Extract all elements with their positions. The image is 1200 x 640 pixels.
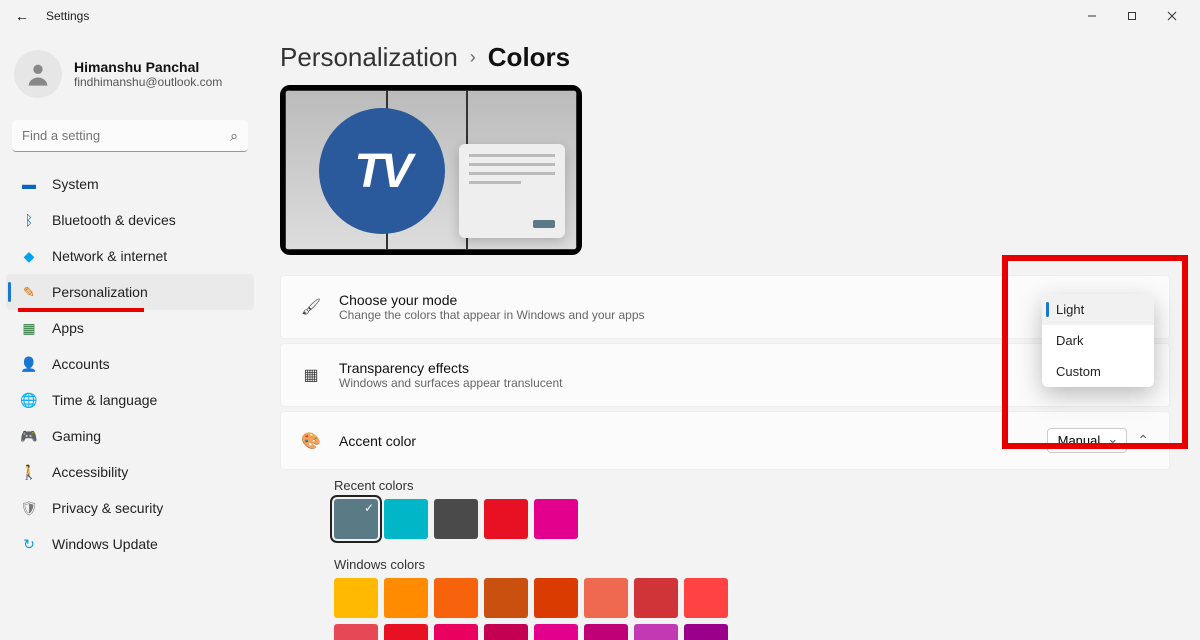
windows-color-swatch[interactable] (334, 624, 378, 640)
search-icon: ⌕ (230, 128, 238, 145)
mode-option-dark[interactable]: Dark (1042, 325, 1154, 356)
sidebar-item-personalization[interactable]: ✎ Personalization (6, 274, 254, 310)
recent-colors-swatches (334, 499, 1170, 539)
transparency-title: Transparency effects (339, 360, 562, 376)
palette-icon: 🎨 (301, 431, 321, 451)
windows-colors-swatches (334, 578, 734, 640)
back-button[interactable]: ← (8, 2, 36, 30)
windows-color-swatch[interactable] (684, 624, 728, 640)
minimize-button[interactable] (1072, 2, 1112, 30)
sidebar-item-accounts[interactable]: 👤 Accounts (6, 346, 254, 382)
sidebar-item-accessibility[interactable]: 🚶 Accessibility (6, 454, 254, 490)
windows-color-swatch[interactable] (384, 578, 428, 618)
user-name: Himanshu Panchal (74, 59, 222, 75)
windows-color-swatch[interactable] (534, 624, 578, 640)
sidebar-item-gaming[interactable]: 🎮 Gaming (6, 418, 254, 454)
recent-color-swatch[interactable] (534, 499, 578, 539)
choose-mode-title: Choose your mode (339, 292, 645, 308)
preview-window (459, 144, 565, 238)
sidebar-item-system[interactable]: ▬ System (6, 166, 254, 202)
windows-colors-label: Windows colors (334, 557, 1170, 572)
sidebar-item-label: Privacy & security (52, 500, 163, 516)
windows-color-swatch[interactable] (634, 578, 678, 618)
sidebar: Himanshu Panchal findhimanshu@outlook.co… (0, 32, 260, 640)
sidebar-item-label: Time & language (52, 392, 157, 408)
windows-color-swatch[interactable] (434, 578, 478, 618)
avatar (14, 50, 62, 98)
choose-mode-row[interactable]: 🖌 Choose your mode Change the colors tha… (280, 275, 1170, 339)
page-title: Colors (488, 42, 570, 73)
windows-color-swatch[interactable] (584, 578, 628, 618)
breadcrumb-parent[interactable]: Personalization (280, 42, 458, 73)
mode-option-light[interactable]: Light (1042, 294, 1154, 325)
nav-icon: 🚶 (20, 463, 38, 481)
nav-list: ▬ System ᛒ Bluetooth & devices ◆ Network & in… (6, 166, 254, 562)
tv-logo: TV (319, 108, 445, 234)
sidebar-item-label: Personalization (52, 284, 148, 300)
sidebar-item-label: Accessibility (52, 464, 128, 480)
nav-icon: 🛡 (20, 499, 38, 517)
mode-option-custom[interactable]: Custom (1042, 356, 1154, 387)
windows-color-swatch[interactable] (484, 578, 528, 618)
user-email: findhimanshu@outlook.com (74, 75, 222, 89)
sidebar-item-network-internet[interactable]: ◆ Network & internet (6, 238, 254, 274)
sidebar-item-label: Apps (52, 320, 84, 336)
transparency-icon: ▦ (301, 365, 321, 385)
accent-mode-dropdown[interactable]: Manual (1047, 428, 1128, 453)
nav-icon: ᛒ (20, 211, 38, 229)
mode-dropdown-menu: LightDarkCustom (1042, 294, 1154, 387)
breadcrumb: Personalization › Colors (280, 42, 1170, 73)
nav-icon: 👤 (20, 355, 38, 373)
sidebar-item-label: Windows Update (52, 536, 158, 552)
close-button[interactable] (1152, 2, 1192, 30)
transparency-sub: Windows and surfaces appear translucent (339, 376, 562, 390)
sidebar-item-label: Network & internet (52, 248, 167, 264)
sidebar-item-label: Bluetooth & devices (52, 212, 176, 228)
maximize-button[interactable] (1112, 2, 1152, 30)
nav-icon: ✎ (20, 283, 38, 301)
recent-colors-label: Recent colors (334, 478, 1170, 493)
windows-color-swatch[interactable] (484, 624, 528, 640)
sidebar-item-label: System (52, 176, 99, 192)
search-input[interactable] (12, 120, 248, 152)
recent-color-swatch[interactable] (384, 499, 428, 539)
chevron-right-icon: › (470, 47, 476, 68)
theme-preview: TV (280, 85, 582, 255)
nav-icon: ◆ (20, 247, 38, 265)
sidebar-item-windows-update[interactable]: ↻ Windows Update (6, 526, 254, 562)
accent-color-row[interactable]: 🎨 Accent color Manual ⌃ (280, 411, 1170, 470)
chevron-up-icon[interactable]: ⌃ (1137, 432, 1149, 449)
windows-color-swatch[interactable] (434, 624, 478, 640)
sidebar-item-bluetooth-devices[interactable]: ᛒ Bluetooth & devices (6, 202, 254, 238)
windows-color-swatch[interactable] (384, 624, 428, 640)
windows-color-swatch[interactable] (634, 624, 678, 640)
transparency-row[interactable]: ▦ Transparency effects Windows and surfa… (280, 343, 1170, 407)
nav-icon: 🎮 (20, 427, 38, 445)
recent-color-swatch[interactable] (484, 499, 528, 539)
nav-icon: 🌐 (20, 391, 38, 409)
accent-color-title: Accent color (339, 433, 416, 449)
window-title: Settings (46, 9, 89, 23)
choose-mode-sub: Change the colors that appear in Windows… (339, 308, 645, 322)
nav-icon: ▦ (20, 319, 38, 337)
sidebar-item-time-language[interactable]: 🌐 Time & language (6, 382, 254, 418)
nav-icon: ↻ (20, 535, 38, 553)
recent-color-swatch[interactable] (434, 499, 478, 539)
user-profile[interactable]: Himanshu Panchal findhimanshu@outlook.co… (6, 42, 254, 114)
windows-color-swatch[interactable] (334, 578, 378, 618)
sidebar-item-label: Accounts (52, 356, 110, 372)
sidebar-item-label: Gaming (52, 428, 101, 444)
windows-color-swatch[interactable] (584, 624, 628, 640)
windows-color-swatch[interactable] (534, 578, 578, 618)
nav-icon: ▬ (20, 175, 38, 193)
sidebar-item-privacy-security[interactable]: 🛡 Privacy & security (6, 490, 254, 526)
windows-color-swatch[interactable] (684, 578, 728, 618)
recent-color-swatch[interactable] (334, 499, 378, 539)
brush-icon: 🖌 (301, 297, 321, 317)
sidebar-item-apps[interactable]: ▦ Apps (6, 310, 254, 346)
